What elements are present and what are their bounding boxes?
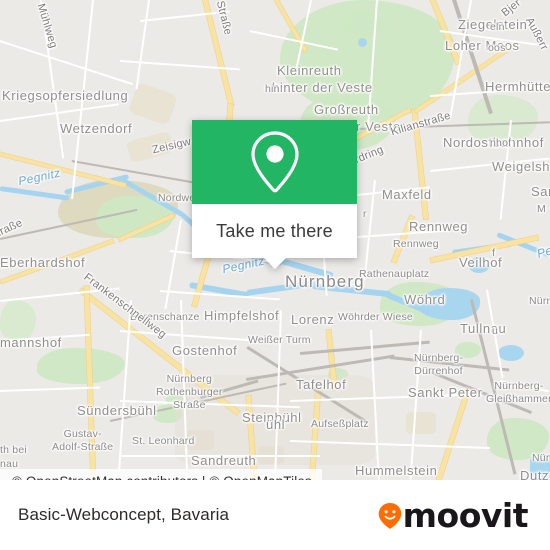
river-pegnitz (0, 186, 70, 201)
map-label: Himpfelshof (204, 308, 280, 323)
map-label: Bjer (499, 0, 524, 20)
map-label: eln (490, 21, 505, 33)
street (0, 386, 101, 392)
park-area (487, 418, 549, 460)
map-label: th bei (0, 444, 27, 456)
street (409, 330, 422, 480)
map-label: Rathenauplatz (359, 268, 430, 280)
lake-area (468, 257, 490, 273)
map-label: Bärenschanze (130, 311, 200, 323)
street (120, 455, 320, 457)
landuse-area (406, 412, 436, 434)
street (439, 30, 549, 48)
street (0, 103, 120, 122)
map-label: Kriegsopfersiedlung (2, 88, 129, 103)
river-pegnitz (311, 283, 392, 298)
railway (300, 340, 430, 355)
major-road (391, 215, 415, 264)
railway (428, 370, 532, 414)
bottom-bar: Basic-Webconcept, Bavaria moovit (0, 480, 550, 550)
street (71, 0, 94, 200)
major-road (0, 238, 115, 284)
park-area (0, 300, 36, 342)
location-caption: Basic-Webconcept, Bavaria (18, 505, 230, 524)
railway (389, 356, 510, 372)
map-label: Nürn (529, 295, 550, 307)
street (430, 157, 550, 172)
map-label: Hummelstein (355, 463, 438, 478)
street (40, 0, 65, 159)
major-road (200, 0, 234, 107)
popup-icon-panel (192, 120, 357, 204)
map-label: hin (265, 83, 280, 95)
landuse-area (125, 130, 175, 164)
map-label: r (363, 208, 367, 220)
street (135, 0, 150, 90)
street (140, 10, 230, 22)
street (164, 220, 182, 309)
map-label: Lorenz (291, 312, 335, 327)
street (499, 380, 549, 393)
street (0, 40, 134, 86)
map-label: Sar (531, 184, 550, 199)
lake-area (358, 38, 367, 47)
moovit-smiley-pin-icon (378, 502, 401, 529)
lake-area (498, 345, 524, 361)
map-label: Gustav- Adolf-Straße (52, 428, 114, 453)
take-me-there-label: Take me there (216, 220, 333, 241)
moovit-logo[interactable]: moovit (377, 495, 529, 535)
street (0, 287, 120, 302)
map-label: Tullnau (460, 321, 507, 336)
major-road (435, 388, 471, 480)
map-label: Wetzendorf (60, 121, 133, 136)
map-label: M (537, 203, 546, 215)
popup-pointer-tail (263, 258, 286, 269)
park-area (468, 95, 538, 145)
map-screenshot-root: Kriegsopfersiedlung Wetzendorf Kleinreuth h… (0, 0, 550, 550)
popup-action-footer[interactable]: Take me there (192, 204, 357, 269)
river-pegnitz (246, 280, 317, 296)
destination-popup-card[interactable]: Take me there (192, 120, 357, 269)
moovit-wordmark: moovit (402, 495, 529, 535)
park-area (37, 348, 125, 384)
park-area (455, 342, 481, 358)
lake-area (530, 455, 550, 480)
map-pin-icon (250, 131, 299, 193)
